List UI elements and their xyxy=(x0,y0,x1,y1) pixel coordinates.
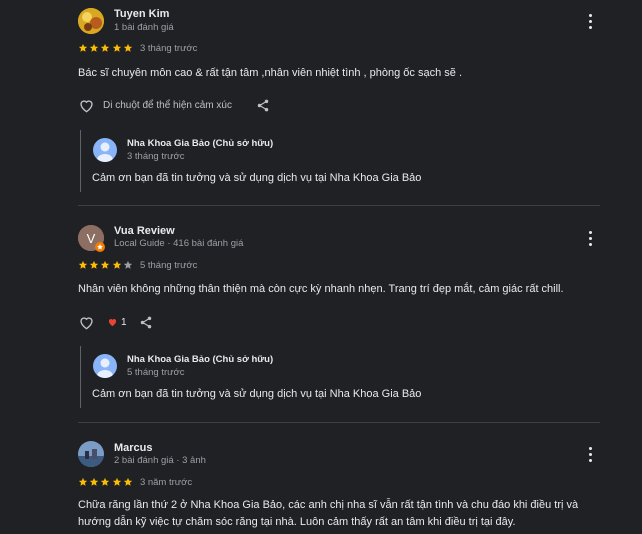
star-icon xyxy=(101,477,110,486)
star-icon xyxy=(78,43,88,52)
rating-stars: 5 tháng trước xyxy=(78,259,197,271)
more-options-button[interactable] xyxy=(585,230,597,248)
heart-reaction-icon xyxy=(108,319,117,327)
like-count: 1 xyxy=(121,316,127,328)
review-text: Nhân viên không những thân thiện mà còn … xyxy=(78,283,564,295)
divider xyxy=(78,422,600,423)
heart-outline-icon[interactable] xyxy=(78,98,95,113)
star-icon xyxy=(123,260,132,269)
reviewer-name[interactable]: Tuyen Kim xyxy=(114,8,169,20)
review-text: Chữa răng lần thứ 2 ở Nha Khoa Gia Bảo, … xyxy=(78,497,608,530)
reviewer-meta: 1 bài đánh giá xyxy=(114,22,174,33)
more-options-button[interactable] xyxy=(585,446,597,464)
review-card: Marcus 2 bài đánh giá · 3 ảnh 3 năm trướ… xyxy=(0,432,642,534)
review-card: V Vua Review Local Guide · 416 bài đánh … xyxy=(0,216,642,423)
rating-stars: 3 tháng trước xyxy=(78,42,197,54)
owner-name: Nha Khoa Gia Bảo (Chủ sở hữu) xyxy=(127,138,274,149)
owner-reply-date: 5 tháng trước xyxy=(127,367,185,378)
reviewer-name[interactable]: Marcus xyxy=(114,442,153,454)
owner-name: Nha Khoa Gia Bảo (Chủ sở hữu) xyxy=(127,354,274,365)
owner-avatar xyxy=(93,138,117,162)
share-icon[interactable] xyxy=(256,98,270,113)
reaction-hint: Di chuột để thể hiện cảm xúc xyxy=(103,99,232,111)
star-icon xyxy=(78,477,88,486)
star-icon xyxy=(101,43,110,52)
owner-reply-date: 3 tháng trước xyxy=(127,151,185,162)
rating-stars: 3 năm trước xyxy=(78,476,192,488)
local-guide-badge-icon xyxy=(95,242,105,252)
reviewer-avatar[interactable] xyxy=(78,8,104,34)
reviewer-name[interactable]: Vua Review xyxy=(114,225,175,237)
reviewer-meta: 2 bài đánh giá · 3 ảnh xyxy=(114,455,206,466)
reviewer-avatar[interactable] xyxy=(78,441,104,467)
divider xyxy=(78,205,600,206)
review-card: Tuyen Kim 1 bài đánh giá 3 tháng trước B… xyxy=(0,0,642,206)
owner-reply: Nha Khoa Gia Bảo (Chủ sở hữu) 5 tháng tr… xyxy=(80,346,581,408)
star-icon xyxy=(112,43,121,52)
owner-reply-text: Cảm ơn bạn đã tin tưởng và sử dụng dịch … xyxy=(92,172,422,184)
review-actions: Di chuột để thể hiện cảm xúc xyxy=(78,95,270,115)
star-icon xyxy=(90,477,99,486)
owner-reply-text: Cảm ơn bạn đã tin tưởng và sử dụng dịch … xyxy=(92,388,422,400)
owner-avatar xyxy=(93,354,117,378)
review-text-line: hướng dẫn kỹ việc tự chăm sóc răng tại n… xyxy=(78,515,516,528)
share-icon[interactable] xyxy=(139,315,153,330)
star-icon xyxy=(90,43,99,52)
star-icon xyxy=(123,477,132,486)
heart-outline-icon[interactable] xyxy=(78,315,95,330)
reviewer-meta[interactable]: Local Guide · 416 bài đánh giá xyxy=(114,238,243,249)
star-icon xyxy=(112,477,121,486)
star-icon xyxy=(101,260,110,269)
review-text-line: Chữa răng lần thứ 2 ở Nha Khoa Gia Bảo, … xyxy=(78,499,579,511)
review-date: 3 năm trước xyxy=(139,476,193,488)
more-options-button[interactable] xyxy=(585,13,597,31)
star-icon xyxy=(123,43,132,52)
review-actions: 1 xyxy=(78,312,153,332)
star-icon xyxy=(90,260,99,269)
star-icon xyxy=(78,260,88,269)
review-date: 3 tháng trước xyxy=(139,42,198,54)
star-icon xyxy=(112,260,121,269)
owner-reply: Nha Khoa Gia Bảo (Chủ sở hữu) 3 tháng tr… xyxy=(80,130,581,192)
review-date: 5 tháng trước xyxy=(139,259,198,271)
review-text: Bác sĩ chuyên môn cao & rất tận tâm ,nhâ… xyxy=(78,67,463,79)
